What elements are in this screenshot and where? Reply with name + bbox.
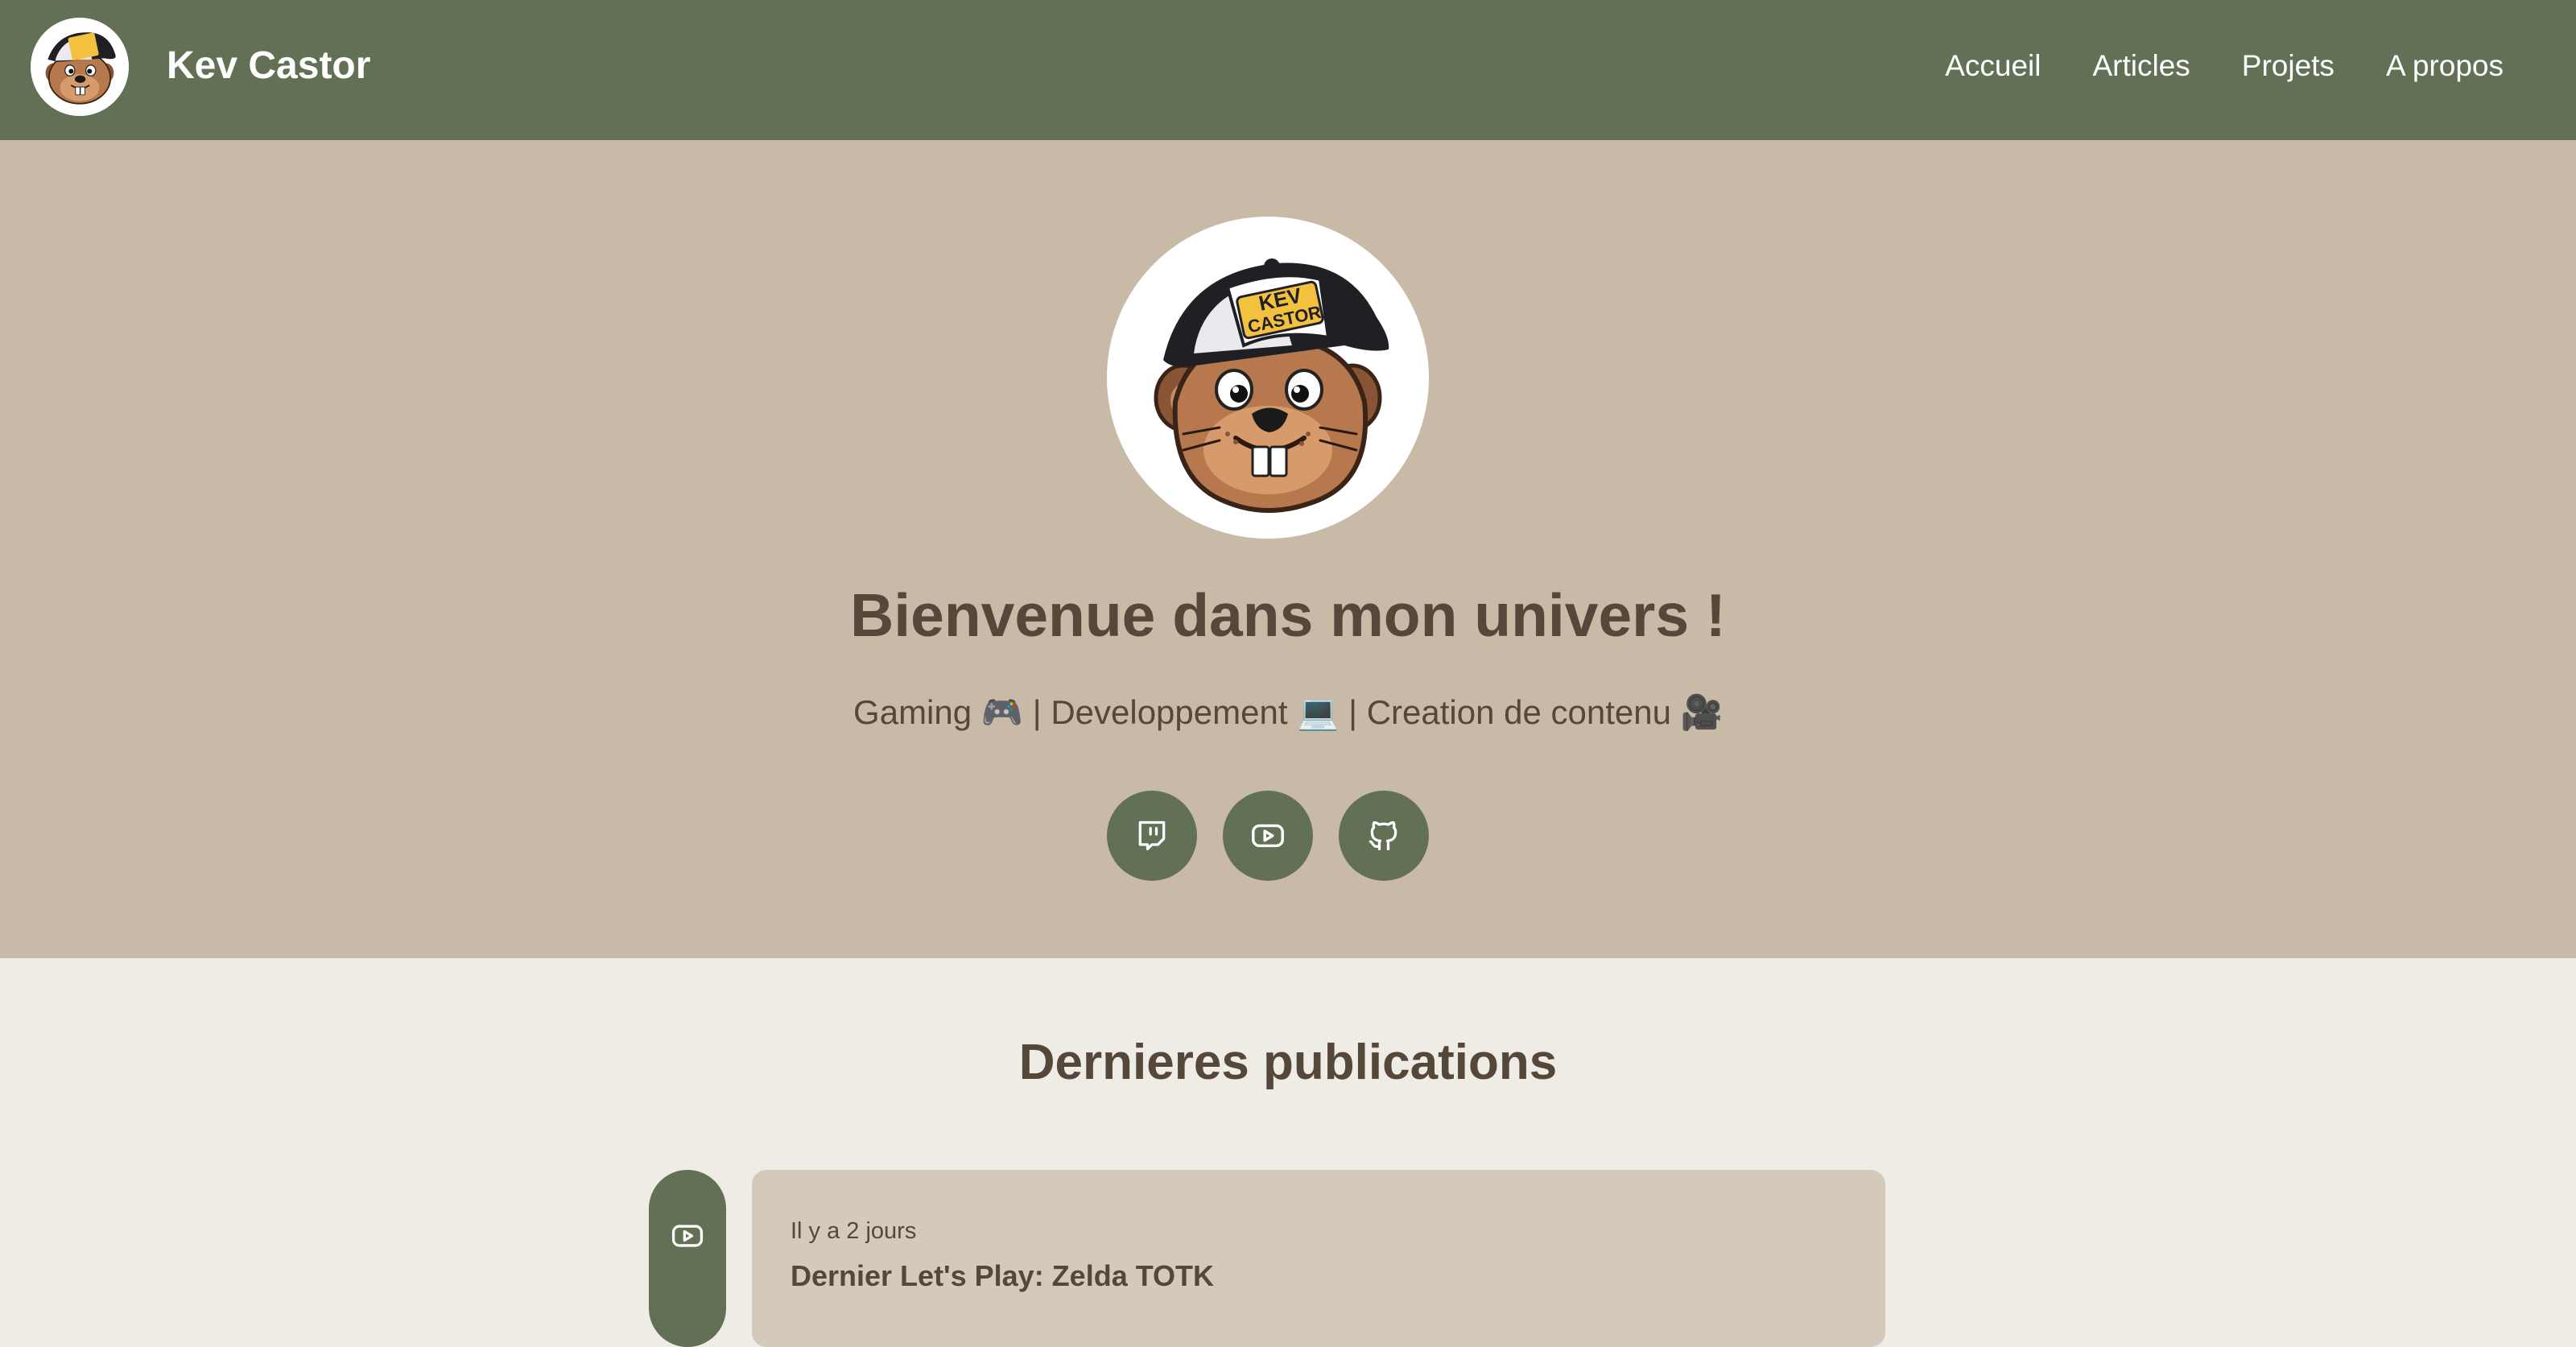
twitch-icon <box>1138 820 1166 851</box>
youtube-button[interactable] <box>1223 791 1313 881</box>
nav-link-accueil[interactable]: Accueil <box>1945 42 2041 90</box>
hero-avatar: KEV CASTOR <box>1107 217 1429 539</box>
brand-name[interactable]: Kev Castor <box>167 42 370 90</box>
brand-logo[interactable] <box>31 18 129 116</box>
github-button[interactable] <box>1339 791 1429 881</box>
site-header: Kev Castor Accueil Articles Projets A pr… <box>0 0 2576 140</box>
twitch-button[interactable] <box>1107 791 1197 881</box>
nav-link-a-propos[interactable]: A propos <box>2386 42 2504 90</box>
beaver-mascot-icon <box>31 18 129 116</box>
main-nav: Accueil Articles Projets A propos <box>1945 42 2504 90</box>
hero-title: Bienvenue dans mon univers ! <box>850 581 1726 649</box>
publications-title: Dernieres publications <box>1018 1035 1558 1090</box>
hero-tagline: Gaming 🎮 | Developpement 💻 | Creation de… <box>853 693 1723 731</box>
social-links <box>1107 791 1429 881</box>
publication-card[interactable]: Il y a 2 jours Dernier Let's Play: Zelda… <box>752 1170 1885 1347</box>
publication-date: Il y a 2 jours <box>791 1218 917 1244</box>
youtube-icon <box>671 1225 704 1247</box>
nav-link-projets[interactable]: Projets <box>2242 42 2334 90</box>
beaver-mascot-icon: KEV CASTOR <box>1107 217 1429 539</box>
timeline-marker <box>649 1170 726 1347</box>
timeline-icon <box>668 1217 707 1255</box>
nav-link-articles[interactable]: Articles <box>2092 42 2190 90</box>
youtube-icon <box>1252 824 1284 848</box>
hero-section: KEV CASTOR Bienvenue dans mon univers ! … <box>0 140 2576 958</box>
github-icon <box>1368 820 1397 851</box>
